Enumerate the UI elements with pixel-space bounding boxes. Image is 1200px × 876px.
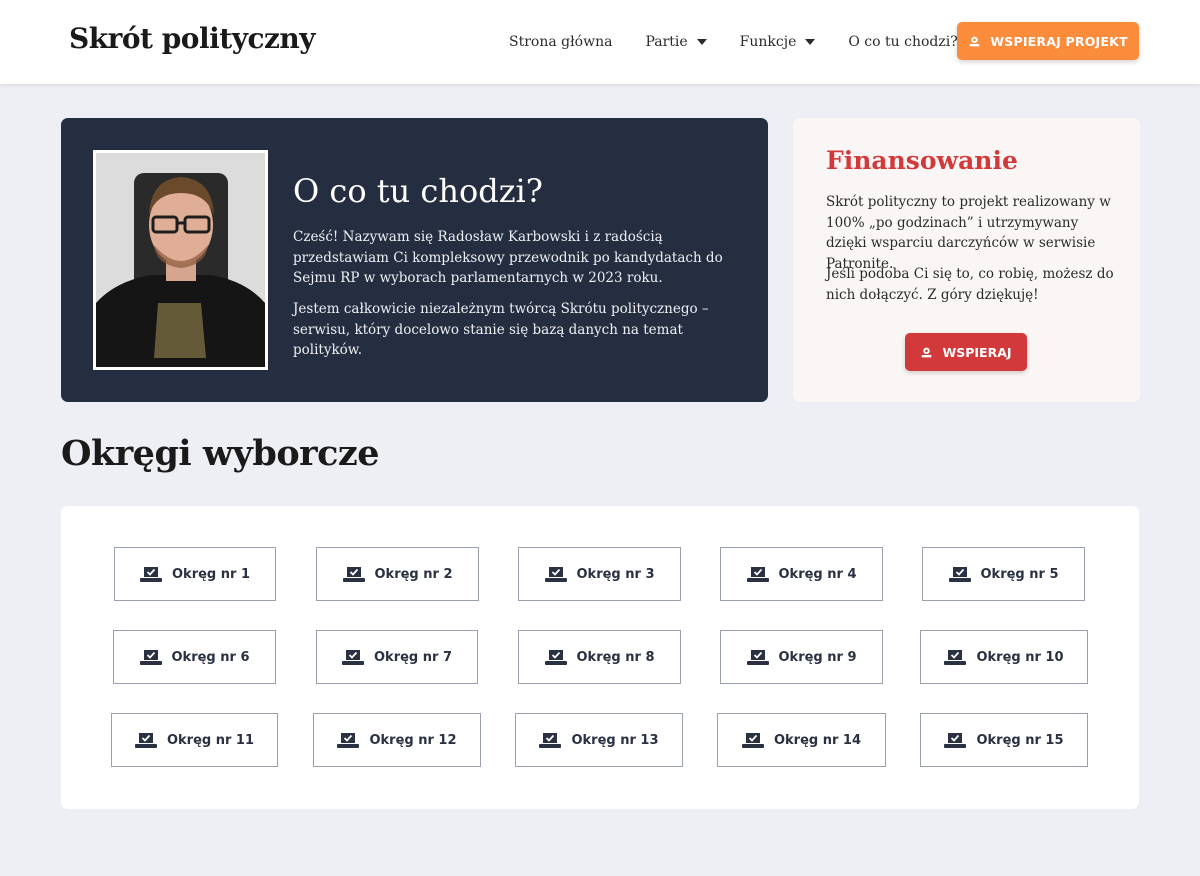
support-button[interactable]: WSPIERAJ: [905, 333, 1027, 371]
district-label: Okręg nr 12: [369, 732, 457, 748]
district-label: Okręg nr 1: [172, 566, 250, 582]
district-label: Okręg nr 13: [571, 732, 659, 748]
ballot-box-icon: [944, 649, 967, 665]
district-label: Okręg nr 2: [374, 566, 453, 582]
ballot-box-icon: [539, 732, 562, 748]
about-paragraph: Jestem całkowicie niezależnym twórcą Skr…: [293, 301, 709, 358]
districts-title: Okręgi wyborcze: [61, 433, 380, 474]
about-card: O co tu chodzi? Cześć! Nazywam się Rados…: [61, 118, 768, 402]
district-label: Okręg nr 10: [976, 649, 1064, 665]
author-photo: [96, 153, 265, 367]
ballot-box-icon: [944, 732, 967, 748]
ballot-box-icon: [544, 649, 567, 665]
district-button[interactable]: Okręg nr 6: [113, 630, 276, 684]
support-project-button[interactable]: WSPIERAJ PROJEKT: [957, 22, 1139, 60]
district-button[interactable]: Okręg nr 7: [316, 630, 478, 684]
district-label: Okręg nr 5: [980, 566, 1059, 582]
ballot-box-icon: [342, 566, 365, 582]
nav-item-functions[interactable]: Funkcje: [740, 34, 816, 50]
funding-paragraph: Jeśli podoba Ci się to, co robię, możesz…: [826, 266, 1114, 303]
funding-title: Finansowanie: [826, 146, 1018, 175]
district-label: Okręg nr 3: [576, 566, 655, 582]
district-button[interactable]: Okręg nr 14: [717, 713, 886, 767]
district-button[interactable]: Okręg nr 8: [518, 630, 681, 684]
district-label: Okręg nr 8: [576, 649, 655, 665]
district-button[interactable]: Okręg nr 2: [316, 547, 479, 601]
ballot-box-icon: [544, 566, 567, 582]
navbar: Skrót polityczny Strona główna Partie Fu…: [0, 0, 1200, 84]
about-paragraph: Cześć! Nazywam się Radosław Karbowski i …: [293, 229, 723, 286]
nav-item-parties[interactable]: Partie: [645, 34, 707, 50]
ballot-box-icon: [139, 649, 162, 665]
support-button-label: WSPIERAJ: [942, 344, 1012, 360]
district-button[interactable]: Okręg nr 9: [720, 630, 883, 684]
district-button[interactable]: Okręg nr 4: [720, 547, 883, 601]
ballot-box-icon: [140, 566, 162, 582]
ballot-box-icon: [342, 649, 364, 665]
nav-item-label: Partie: [645, 34, 688, 50]
district-button[interactable]: Okręg nr 3: [518, 547, 681, 601]
ballot-box-icon: [741, 732, 764, 748]
nav-item-label: Strona główna: [509, 34, 613, 50]
about-title: O co tu chodzi?: [293, 172, 543, 210]
funding-card: Finansowanie Skrót polityczny to projekt…: [793, 118, 1140, 402]
ballot-box-icon: [948, 566, 971, 582]
author-portrait: [93, 150, 268, 370]
ballot-box-icon: [337, 732, 360, 748]
donate-icon: [922, 347, 932, 357]
district-label: Okręg nr 9: [778, 649, 857, 665]
nav-item-home[interactable]: Strona główna: [509, 34, 612, 50]
district-label: Okręg nr 6: [171, 649, 250, 665]
nav-item-about[interactable]: O co tu chodzi?: [848, 34, 957, 50]
caret-down-icon: [805, 39, 816, 45]
district-label: Okręg nr 4: [778, 566, 857, 582]
support-project-label: WSPIERAJ PROJEKT: [990, 33, 1128, 49]
site-brand[interactable]: Skrót polityczny: [69, 22, 316, 55]
funding-paragraph: Skrót polityczny to projekt realizowany …: [826, 194, 1111, 272]
nav-item-label: Funkcje: [739, 34, 797, 50]
districts-panel: Okręg nr 1 Okręg nr 2 Okręg nr 3 Okręg nr 4…: [61, 506, 1139, 809]
ballot-box-icon: [746, 649, 769, 665]
district-button[interactable]: Okręg nr 15: [920, 713, 1088, 767]
district-label: Okręg nr 15: [976, 732, 1064, 748]
nav-item-label: O co tu chodzi?: [848, 34, 958, 50]
district-button[interactable]: Okręg nr 5: [922, 547, 1085, 601]
ballot-box-icon: [134, 732, 157, 748]
district-button[interactable]: Okręg nr 11: [111, 713, 278, 767]
district-label: Okręg nr 14: [773, 732, 862, 748]
ballot-box-icon: [746, 566, 769, 582]
district-button[interactable]: Okręg nr 12: [313, 713, 481, 767]
caret-down-icon: [696, 39, 707, 45]
district-label: Okręg nr 7: [374, 649, 452, 665]
district-button[interactable]: Okręg nr 10: [920, 630, 1088, 684]
main-nav: Strona główna Partie Funkcje O co tu cho…: [509, 0, 958, 84]
district-label: Okręg nr 11: [166, 732, 255, 748]
district-button[interactable]: Okręg nr 13: [515, 713, 683, 767]
district-button[interactable]: Okręg nr 1: [114, 547, 276, 601]
donate-icon: [969, 36, 980, 46]
